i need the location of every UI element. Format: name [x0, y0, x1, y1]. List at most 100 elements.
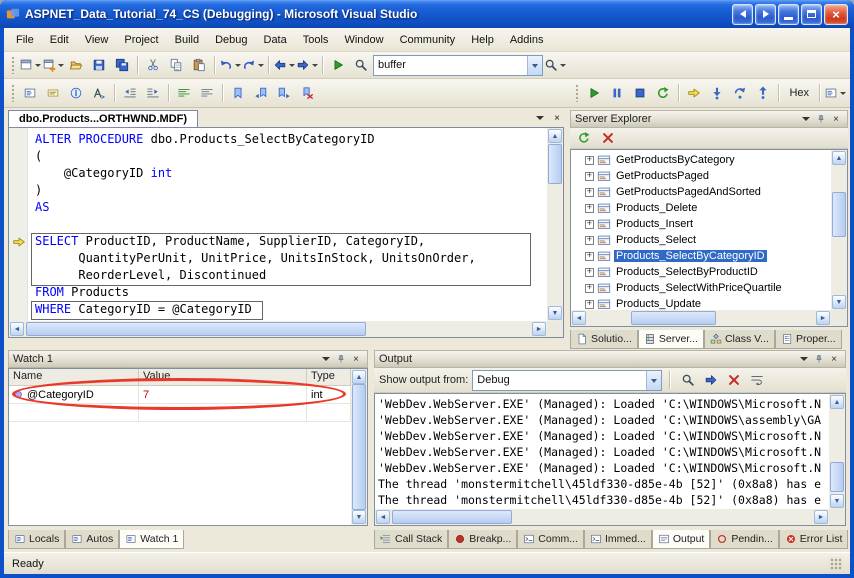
- member-list-button[interactable]: [19, 82, 41, 104]
- show-next-statement-button[interactable]: [683, 82, 705, 104]
- cut-button[interactable]: [142, 54, 164, 76]
- tab-breakp[interactable]: Breakp...: [448, 530, 517, 549]
- increase-indent-button[interactable]: [142, 82, 164, 104]
- editor-horizontal-scrollbar[interactable]: ◄ ►: [9, 321, 547, 337]
- menu-community[interactable]: Community: [392, 31, 464, 49]
- watch-grid[interactable]: NameValueType @CategoryID7int ▲ ▼: [8, 368, 368, 526]
- paste-button[interactable]: [188, 54, 210, 76]
- menu-edit[interactable]: Edit: [42, 31, 77, 49]
- tab-output[interactable]: Output: [652, 530, 711, 549]
- tree-item[interactable]: +Products_Insert: [571, 216, 831, 232]
- expand-icon[interactable]: +: [585, 204, 594, 213]
- tree-vertical-scrollbar[interactable]: ▲ ▼: [831, 150, 847, 310]
- menu-project[interactable]: Project: [116, 31, 166, 49]
- scroll-down-button[interactable]: ▼: [548, 306, 562, 320]
- sql-editor[interactable]: ALTER PROCEDURE dbo.Products_SelectByCat…: [8, 127, 564, 338]
- tree-item[interactable]: +Products_SelectByCategoryID: [571, 248, 831, 264]
- menu-addins[interactable]: Addins: [502, 31, 552, 49]
- navigate-forward-button[interactable]: [296, 54, 318, 76]
- scroll-thumb[interactable]: [26, 322, 366, 336]
- expand-icon[interactable]: +: [585, 268, 594, 277]
- toggle-bookmark-button[interactable]: [227, 82, 249, 104]
- restart-button[interactable]: [652, 82, 674, 104]
- tree-item[interactable]: +Products_Update: [571, 296, 831, 310]
- tree-item[interactable]: +Products_SelectByProductID: [571, 264, 831, 280]
- step-into-button[interactable]: [706, 82, 728, 104]
- output-source-combo[interactable]: Debug: [472, 370, 662, 391]
- previous-bookmark-button[interactable]: [250, 82, 272, 104]
- open-file-button[interactable]: [65, 54, 87, 76]
- scroll-thumb[interactable]: [392, 510, 512, 524]
- watch-empty-row[interactable]: [9, 404, 351, 422]
- memory-window-button[interactable]: [824, 82, 846, 104]
- step-out-button[interactable]: [752, 82, 774, 104]
- stop-refresh-button[interactable]: [597, 127, 619, 149]
- menu-build[interactable]: Build: [167, 31, 207, 49]
- scroll-right-button[interactable]: ►: [816, 311, 830, 325]
- editor-indicator-margin[interactable]: [9, 128, 28, 321]
- scroll-right-button[interactable]: ►: [814, 510, 828, 524]
- server-explorer-title-bar[interactable]: Server Explorer ×: [570, 110, 848, 128]
- next-bookmark-button[interactable]: [273, 82, 295, 104]
- output-horizontal-scrollbar[interactable]: ◄ ►: [375, 509, 829, 525]
- scroll-up-button[interactable]: ▲: [352, 370, 366, 384]
- toolbar-grip[interactable]: [575, 84, 579, 102]
- tab-locals[interactable]: Locals: [8, 530, 65, 549]
- tree-item[interactable]: +Products_Select: [571, 232, 831, 248]
- combo-dropdown-button[interactable]: [527, 56, 542, 75]
- nav-left-button[interactable]: [732, 4, 753, 25]
- tab-proper[interactable]: Proper...: [775, 330, 842, 349]
- hex-button[interactable]: Hex: [783, 82, 815, 104]
- watch-column-name[interactable]: Name: [9, 369, 139, 385]
- start-debugging-button[interactable]: [327, 54, 349, 76]
- output-textbox[interactable]: 'WebDev.WebServer.EXE' (Managed): Loaded…: [374, 393, 846, 526]
- watch-column-type[interactable]: Type: [307, 369, 351, 385]
- scroll-up-button[interactable]: ▲: [548, 129, 562, 143]
- auto-hide-button[interactable]: [334, 352, 348, 366]
- watch-vertical-scrollbar[interactable]: ▲ ▼: [351, 369, 367, 525]
- expand-icon[interactable]: +: [585, 220, 594, 229]
- undo-button[interactable]: [219, 54, 241, 76]
- uncomment-selection-button[interactable]: [196, 82, 218, 104]
- find-button[interactable]: [350, 54, 372, 76]
- expand-icon[interactable]: +: [585, 300, 594, 309]
- redo-button[interactable]: [242, 54, 264, 76]
- toolbar-grip[interactable]: [11, 56, 15, 74]
- find-options-button[interactable]: [544, 54, 566, 76]
- scroll-up-button[interactable]: ▲: [832, 151, 846, 165]
- tab-immed[interactable]: Immed...: [584, 530, 652, 549]
- document-list-button[interactable]: [533, 111, 547, 125]
- code-area[interactable]: ALTER PROCEDURE dbo.Products_SelectByCat…: [29, 128, 547, 321]
- tree-horizontal-scrollbar[interactable]: ◄ ►: [571, 310, 831, 326]
- toolbar-grip[interactable]: [11, 84, 15, 102]
- tab-pendin[interactable]: Pendin...: [710, 530, 778, 549]
- menu-tools[interactable]: Tools: [295, 31, 337, 49]
- menu-file[interactable]: File: [8, 31, 42, 49]
- scroll-left-button[interactable]: ◄: [10, 322, 24, 336]
- close-button[interactable]: ×: [349, 352, 363, 366]
- save-all-button[interactable]: [111, 54, 133, 76]
- tab-solutio[interactable]: Solutio...: [570, 330, 638, 349]
- scroll-thumb[interactable]: [548, 144, 562, 184]
- save-button[interactable]: [88, 54, 110, 76]
- menu-data[interactable]: Data: [256, 31, 295, 49]
- menu-help[interactable]: Help: [463, 31, 502, 49]
- stop-debugging-button[interactable]: [629, 82, 651, 104]
- find-message-button[interactable]: [677, 369, 699, 391]
- window-position-button[interactable]: [797, 352, 811, 366]
- window-position-button[interactable]: [799, 112, 813, 126]
- expand-icon[interactable]: +: [585, 188, 594, 197]
- scroll-left-button[interactable]: ◄: [376, 510, 390, 524]
- word-completion-button[interactable]: [88, 82, 110, 104]
- expand-icon[interactable]: +: [585, 172, 594, 181]
- copy-button[interactable]: [165, 54, 187, 76]
- close-button[interactable]: ×: [829, 112, 843, 126]
- scroll-thumb[interactable]: [832, 192, 846, 237]
- expand-icon[interactable]: +: [585, 236, 594, 245]
- tab-error-list[interactable]: Error List: [779, 530, 849, 549]
- watch-column-value[interactable]: Value: [139, 369, 307, 385]
- scroll-up-button[interactable]: ▲: [830, 395, 844, 409]
- editor-vertical-scrollbar[interactable]: ▲ ▼: [547, 128, 563, 321]
- close-button[interactable]: ×: [827, 352, 841, 366]
- combo-dropdown-button[interactable]: [646, 371, 661, 390]
